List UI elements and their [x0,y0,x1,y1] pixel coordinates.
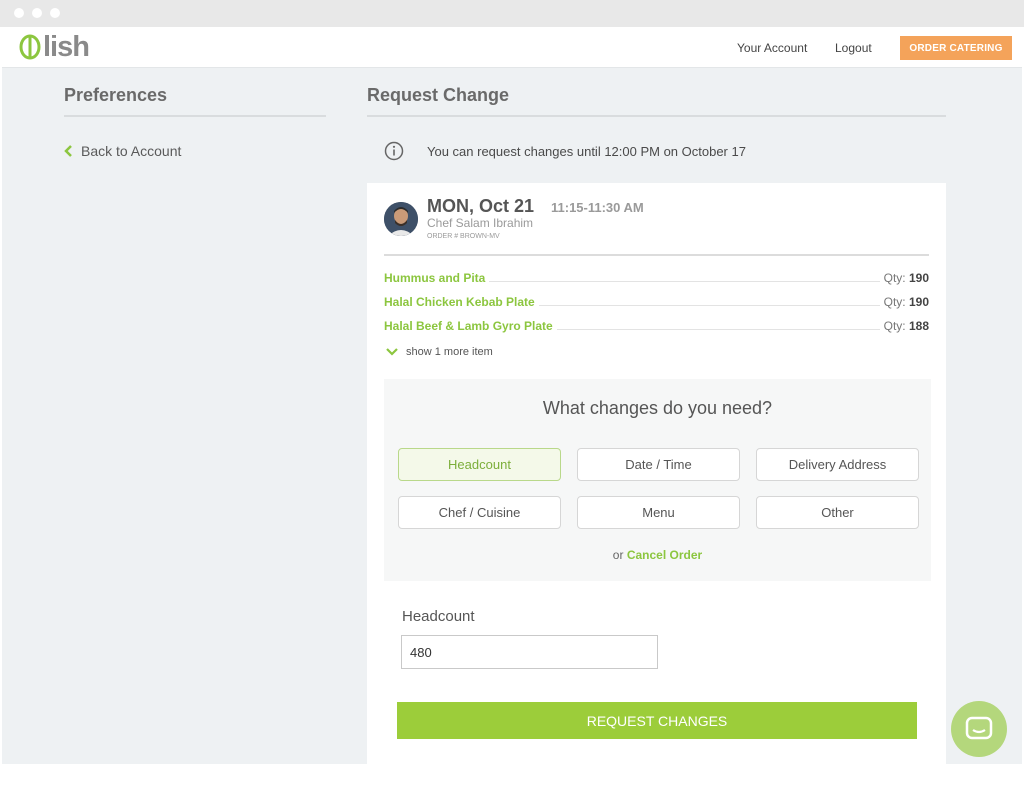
show-more-label: show 1 more item [406,346,493,358]
option-headcount-button[interactable]: Headcount [398,448,561,481]
main-rule [367,115,946,117]
changes-question: What changes do you need? [542,398,773,418]
sidebar-rule [64,115,326,117]
request-changes-button[interactable]: REQUEST CHANGES [397,702,917,739]
list-item: Hummus and Pita Qty: 190 [384,270,929,286]
qty-value: 190 [908,295,929,309]
cancel-prefix: or [612,548,624,562]
browser-chrome [0,0,1024,27]
qty-label: Qty: [883,271,906,285]
list-item: Halal Chicken Kebab Plate Qty: 190 [384,294,929,310]
back-to-account-link[interactable]: Back to Account [64,143,181,159]
option-other-button[interactable]: Other [756,496,919,529]
headcount-label: Headcount [402,608,475,625]
item-leader-line [556,328,880,330]
option-menu-button[interactable]: Menu [577,496,740,529]
item-qty: Qty: 190 [884,295,929,309]
leaf-logo-icon [19,34,41,60]
chef-photo-icon [384,202,418,236]
sidebar-title: Preferences [64,85,168,105]
chat-widget-button[interactable] [951,701,1007,757]
cancel-row: or Cancel Order [384,548,931,562]
option-date-time-button[interactable]: Date / Time [577,448,740,481]
window-maximize-dot[interactable] [50,8,60,18]
page-title: Request Change [367,85,510,105]
order-date: MON, Oct 21 [427,196,535,216]
your-account-link[interactable]: Your Account [737,41,807,55]
chef-name: Chef Salam Ibrahim [427,216,534,230]
item-qty: Qty: 188 [884,319,929,333]
order-number: ORDER # BROWN-MV [427,233,500,240]
app-frame: lish Your Account Logout ORDER CATERING … [2,27,1022,764]
info-icon [384,141,404,161]
cancel-order-link[interactable]: Cancel Order [627,548,702,562]
item-name[interactable]: Halal Beef & Lamb Gyro Plate [384,319,553,333]
logout-link[interactable]: Logout [835,41,872,55]
chef-avatar [384,202,418,236]
list-item: Halal Beef & Lamb Gyro Plate Qty: 188 [384,318,929,334]
chevron-down-icon [386,348,398,356]
qty-value: 188 [908,319,929,333]
chevron-left-icon [64,145,72,157]
headcount-input[interactable] [401,635,658,669]
top-nav: lish Your Account Logout ORDER CATERING [2,27,1022,68]
qty-label: Qty: [883,319,906,333]
back-link-label: Back to Account [81,143,182,159]
qty-label: Qty: [883,295,906,309]
card-divider [384,254,929,256]
logo[interactable]: lish [18,30,90,63]
window-minimize-dot[interactable] [32,8,42,18]
option-delivery-address-button[interactable]: Delivery Address [756,448,919,481]
item-qty: Qty: 190 [884,271,929,285]
notice-text: You can request changes until 12:00 PM o… [427,143,746,159]
qty-value: 190 [908,271,929,285]
item-leader-line [538,304,880,306]
option-chef-cuisine-button[interactable]: Chef / Cuisine [398,496,561,529]
deadline-notice: You can request changes until 12:00 PM o… [384,141,746,161]
logo-text: lish [43,30,90,63]
changes-panel: What changes do you need? Headcount Date… [384,379,931,581]
item-name[interactable]: Halal Chicken Kebab Plate [384,295,535,309]
order-card: MON, Oct 21 11:15-11:30 AM Chef Salam Ib… [367,183,946,764]
window-close-dot[interactable] [14,8,24,18]
order-catering-button[interactable]: ORDER CATERING [900,36,1012,60]
item-name[interactable]: Hummus and Pita [384,271,485,285]
order-time: 11:15-11:30 AM [551,200,644,215]
chat-icon [965,716,993,740]
show-more-toggle[interactable]: show 1 more item [386,346,493,358]
item-leader-line [489,280,880,282]
